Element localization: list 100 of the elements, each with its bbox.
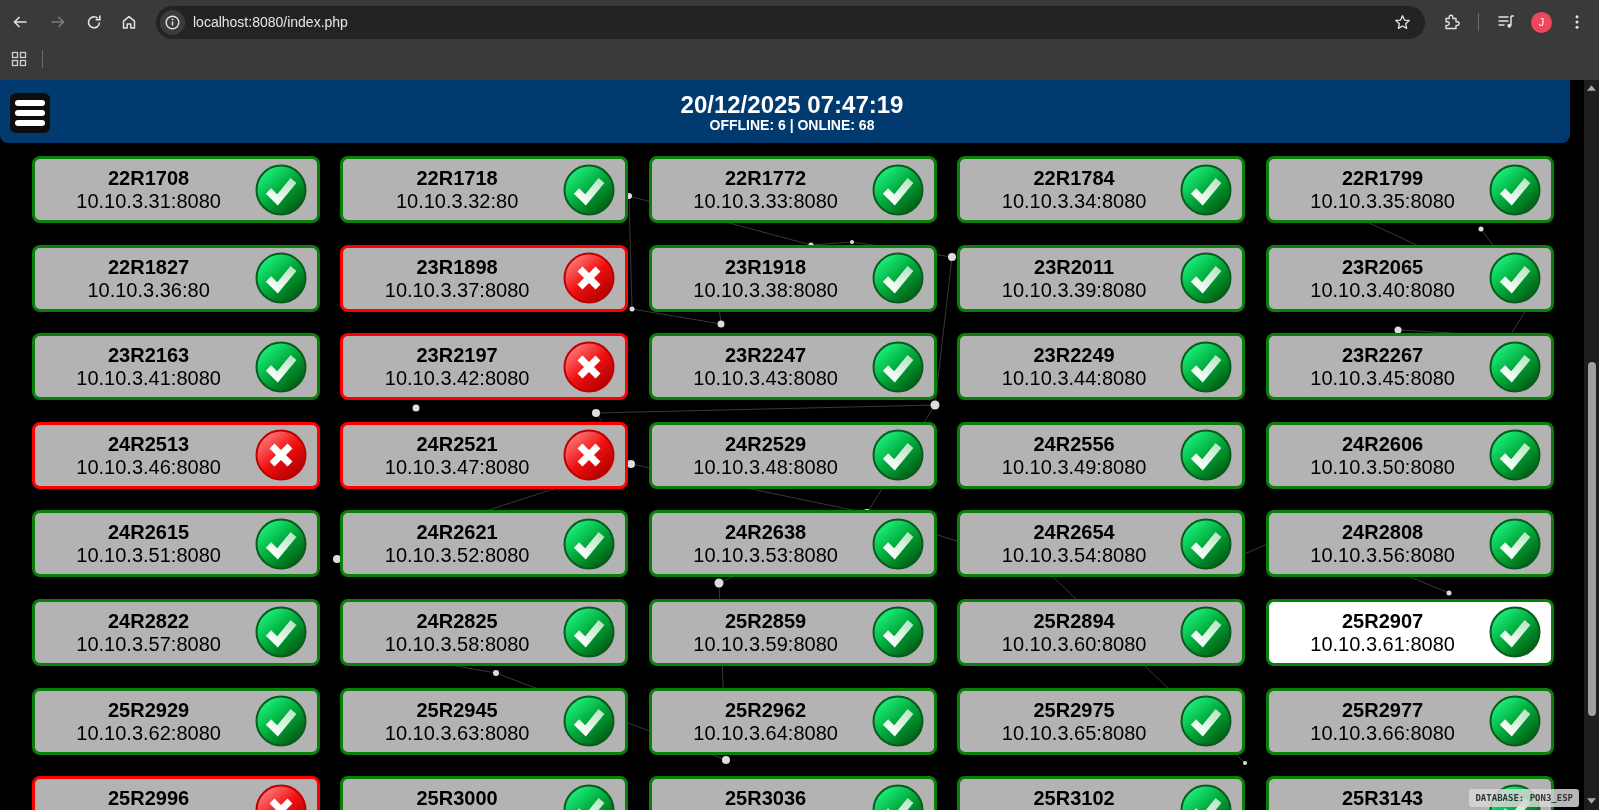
device-card[interactable]: 25R2975 10.10.3.65:8080 [957, 687, 1246, 755]
back-arrow-icon[interactable] [12, 14, 28, 30]
menu-button[interactable] [10, 93, 50, 133]
scroll-down-arrow-icon[interactable] [1587, 798, 1596, 804]
device-address: 10.10.3.66:8080 [1310, 721, 1455, 745]
home-icon[interactable] [121, 14, 137, 30]
device-card[interactable]: 25R2859 10.10.3.59:8080 [648, 598, 937, 666]
device-name: 24R2822 [108, 609, 190, 633]
device-card[interactable]: 24R2654 10.10.3.54:8080 [957, 510, 1246, 578]
device-card[interactable]: 25R2894 10.10.3.60:8080 [957, 598, 1246, 666]
device-card[interactable]: 25R2977 10.10.3.66:8080 [1265, 687, 1554, 755]
device-card[interactable]: 24R2615 10.10.3.51:8080 [31, 510, 320, 578]
device-address: 10.10.3.39:8080 [1001, 278, 1147, 302]
device-address: 10.10.3.48:8080 [693, 455, 838, 479]
device-name: 23R2247 [725, 344, 807, 368]
device-name: 25R2859 [725, 609, 807, 633]
device-card[interactable]: 23R2163 10.10.3.41:8080 [31, 333, 320, 401]
device-address: 10.10.3.52:8080 [384, 544, 530, 568]
device-address: 10.10.3.51:8080 [76, 544, 221, 568]
media-queue-icon[interactable] [1497, 13, 1515, 31]
device-card[interactable]: 24R2606 10.10.3.50:8080 [1265, 421, 1554, 489]
device-address: 10.10.3.64:8080 [693, 721, 838, 745]
device-name: 25R3143 [1342, 787, 1424, 810]
puzzle-piece-icon[interactable] [1443, 13, 1461, 31]
device-card[interactable]: 24R2513 10.10.3.46:8080 [31, 421, 320, 489]
device-name: 22R1799 [1342, 167, 1424, 190]
device-name: 24R2621 [416, 521, 498, 545]
device-card[interactable]: 23R2249 10.10.3.44:8080 [957, 333, 1246, 401]
device-card[interactable]: 23R1918 10.10.3.38:8080 [648, 244, 937, 312]
device-name: 23R1898 [416, 255, 498, 279]
device-name: 25R3036 [725, 787, 807, 810]
device-card[interactable]: 22R1772 10.10.3.33:8080 [648, 156, 937, 223]
device-card[interactable]: 24R2529 10.10.3.48:8080 [648, 421, 937, 489]
device-name: 25R2894 [1033, 609, 1115, 633]
device-card[interactable]: 25R2996 [31, 776, 320, 810]
address-bar[interactable]: localhost:8080/index.php [156, 5, 1425, 39]
device-card[interactable]: 22R1827 10.10.3.36:80 [31, 244, 320, 312]
device-address: 10.10.3.61:8080 [1310, 632, 1455, 656]
bookmark-star-icon[interactable] [1394, 13, 1411, 31]
reload-icon[interactable] [86, 14, 102, 30]
device-address: 10.10.3.53:8080 [693, 544, 838, 568]
device-card[interactable]: 24R2825 10.10.3.58:8080 [340, 598, 629, 666]
device-card[interactable]: 23R2267 10.10.3.45:8080 [1265, 333, 1554, 401]
device-card[interactable]: 25R2907 10.10.3.61:8080 [1265, 598, 1554, 666]
device-name: 23R2249 [1033, 344, 1115, 368]
device-address: 10.10.3.46:8080 [76, 455, 221, 479]
device-address: 10.10.3.62:8080 [76, 721, 221, 745]
device-card[interactable]: 23R2197 10.10.3.42:8080 [340, 333, 629, 401]
device-name: 23R1918 [725, 255, 807, 279]
scroll-up-arrow-icon[interactable] [1587, 85, 1596, 91]
info-icon[interactable] [160, 9, 185, 35]
device-name: 23R2011 [1034, 255, 1115, 279]
device-card[interactable]: 25R3036 [648, 776, 937, 810]
device-address: 10.10.3.33:8080 [693, 190, 838, 213]
device-card[interactable]: 25R2962 10.10.3.64:8080 [648, 687, 937, 755]
apps-grid-icon[interactable] [11, 51, 27, 67]
device-address: 10.10.3.34:8080 [1001, 190, 1147, 213]
device-card[interactable]: 23R2247 10.10.3.43:8080 [648, 333, 937, 401]
device-name: 22R1827 [108, 255, 190, 279]
device-card[interactable]: 23R2011 10.10.3.39:8080 [957, 244, 1246, 312]
device-address: 10.10.3.54:8080 [1001, 544, 1147, 568]
device-card[interactable]: 24R2556 10.10.3.49:8080 [957, 421, 1246, 489]
device-address: 10.10.3.32:80 [395, 190, 519, 213]
device-name: 23R2267 [1342, 344, 1424, 368]
device-card[interactable]: 25R2929 10.10.3.62:8080 [31, 687, 320, 755]
device-name: 24R2825 [416, 609, 498, 633]
device-name: 24R2521 [416, 432, 498, 456]
device-name: 25R2907 [1342, 609, 1424, 633]
device-address: 10.10.3.47:8080 [384, 455, 530, 479]
device-card[interactable]: 22R1708 10.10.3.31:8080 [31, 156, 320, 223]
device-card[interactable]: 22R1799 10.10.3.35:8080 [1265, 156, 1554, 223]
profile-avatar[interactable]: J [1531, 11, 1552, 33]
device-card[interactable]: 25R2945 10.10.3.63:8080 [340, 687, 629, 755]
scrollbar[interactable] [1584, 80, 1599, 810]
device-card[interactable]: 23R2065 10.10.3.40:8080 [1265, 244, 1554, 312]
device-address: 10.10.3.57:8080 [76, 632, 221, 656]
device-name: 24R2513 [108, 432, 190, 456]
device-card[interactable]: 23R1898 10.10.3.37:8080 [340, 244, 629, 312]
device-card[interactable]: 24R2808 10.10.3.56:8080 [1265, 510, 1554, 578]
status-summary: OFFLINE: 6 | ONLINE: 68 [709, 117, 875, 133]
device-card[interactable]: 25R3102 [957, 776, 1246, 810]
device-address: 10.10.3.43:8080 [693, 367, 838, 391]
device-card[interactable]: 24R2621 10.10.3.52:8080 [340, 510, 629, 578]
device-name: 25R2996 [108, 787, 190, 810]
device-card[interactable]: 22R1784 10.10.3.34:8080 [957, 156, 1246, 223]
device-name: 25R3102 [1033, 787, 1115, 810]
device-address: 10.10.3.41:8080 [76, 367, 221, 391]
device-address: 10.10.3.42:8080 [384, 367, 530, 391]
device-card[interactable]: 24R2521 10.10.3.47:8080 [340, 421, 629, 489]
device-card[interactable]: 24R2822 10.10.3.57:8080 [31, 598, 320, 666]
device-card[interactable]: 22R1718 10.10.3.32:80 [340, 156, 629, 223]
device-card[interactable]: 24R2638 10.10.3.53:8080 [648, 510, 937, 578]
menu-icon [15, 100, 45, 126]
device-name: 25R2975 [1033, 698, 1115, 722]
device-card[interactable]: 25R3000 [340, 776, 629, 810]
scrollbar-thumb[interactable] [1587, 362, 1596, 716]
device-name: 25R2962 [725, 698, 807, 722]
device-name: 22R1708 [108, 167, 190, 190]
device-name: 24R2606 [1342, 432, 1424, 456]
device-name: 24R2808 [1342, 521, 1424, 545]
